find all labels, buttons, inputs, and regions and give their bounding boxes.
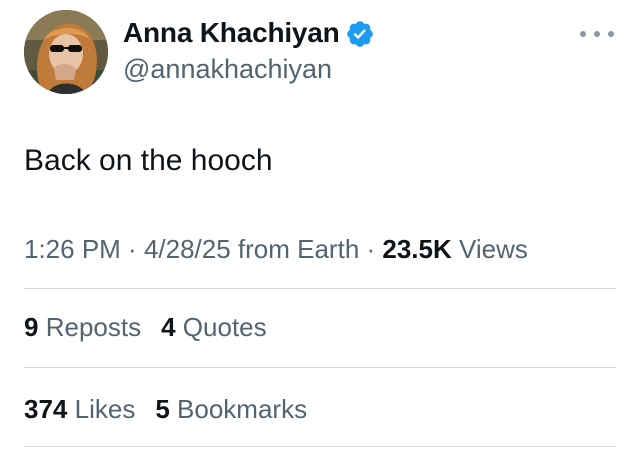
handle[interactable]: @annakhachiyan: [123, 51, 332, 87]
likes-label: Likes: [74, 394, 136, 424]
display-name[interactable]: Anna Khachiyan: [123, 15, 340, 51]
quotes-link[interactable]: 4 Quotes: [161, 310, 267, 344]
avatar[interactable]: [24, 10, 108, 94]
likes-link[interactable]: 374 Likes: [24, 392, 135, 426]
more-horizontal-icon: [608, 31, 614, 37]
divider: [24, 367, 616, 368]
quotes-count: 4: [161, 312, 176, 342]
views-label: Views: [451, 234, 528, 264]
reposts-label: Reposts: [45, 312, 142, 342]
tweet-card: Anna Khachiyan @annakhachiyan Back on th…: [0, 0, 640, 454]
timestamp-date[interactable]: 4/28/25: [144, 234, 231, 264]
tweet-meta: 1:26 PM · 4/28/25 from Earth · 23.5K Vie…: [24, 232, 528, 266]
bookmarks-count: 5: [155, 394, 170, 424]
views-count: 23.5K: [382, 234, 452, 264]
more-options-button[interactable]: [578, 22, 616, 46]
reposts-count: 9: [24, 312, 39, 342]
divider: [24, 446, 616, 447]
meta-separator: ·: [120, 234, 144, 264]
more-horizontal-icon: [594, 31, 600, 37]
tweet-source: from Earth: [230, 234, 360, 264]
likes-count: 374: [24, 394, 68, 424]
timestamp-time[interactable]: 1:26 PM: [24, 234, 121, 264]
quotes-label: Quotes: [182, 312, 267, 342]
avatar-image: [24, 10, 108, 94]
stats-row-reposts: 9 Reposts 4 Quotes: [24, 310, 267, 344]
verified-badge-icon: [347, 21, 373, 47]
more-horizontal-icon: [580, 31, 586, 37]
reposts-link[interactable]: 9 Reposts: [24, 310, 141, 344]
bookmarks-link[interactable]: 5 Bookmarks: [155, 392, 307, 426]
tweet-text: Back on the hooch: [24, 144, 273, 177]
divider: [24, 288, 616, 289]
stats-row-likes: 374 Likes 5 Bookmarks: [24, 392, 307, 426]
bookmarks-label: Bookmarks: [177, 394, 308, 424]
meta-separator: ·: [359, 234, 383, 264]
